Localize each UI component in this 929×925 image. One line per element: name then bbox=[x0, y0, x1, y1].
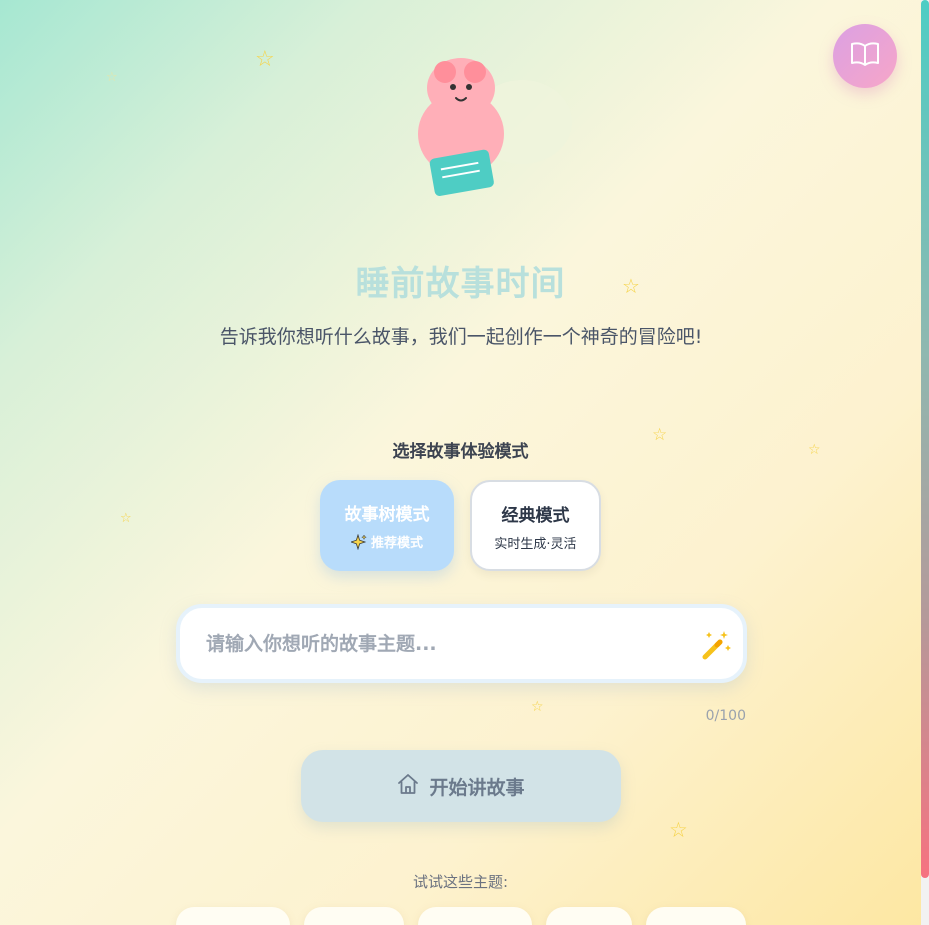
char-count: 0/100 bbox=[705, 708, 746, 724]
story-topic-input[interactable] bbox=[204, 626, 688, 662]
magic-wand-icon[interactable] bbox=[700, 628, 732, 662]
start-story-button[interactable]: 开始讲故事 bbox=[301, 750, 621, 822]
mode-heading: 选择故事体验模式 bbox=[392, 442, 529, 462]
suggestion-chip[interactable] bbox=[304, 907, 404, 925]
sparkles-icon bbox=[349, 533, 367, 551]
mode-classic-subtitle: 实时生成·灵活 bbox=[494, 537, 577, 552]
suggestions-label: 试试这些主题: bbox=[412, 873, 509, 891]
suggestion-chip[interactable] bbox=[546, 907, 632, 925]
home-icon bbox=[397, 773, 419, 799]
scrollbar-thumb[interactable] bbox=[921, 0, 929, 878]
mode-tree-button[interactable]: 故事树模式 推荐模式 bbox=[320, 480, 454, 571]
page-title: 睡前故事时间 bbox=[355, 264, 566, 304]
star-icon: ☆ bbox=[106, 70, 118, 85]
mode-classic-title: 经典模式 bbox=[501, 506, 570, 526]
open-book-icon bbox=[850, 41, 880, 71]
star-icon: ☆ bbox=[669, 818, 688, 842]
story-topic-field bbox=[176, 604, 747, 683]
star-icon: ☆ bbox=[255, 47, 275, 72]
mode-tree-subtitle-row: 推荐模式 bbox=[320, 532, 454, 551]
suggestion-chip[interactable] bbox=[176, 907, 290, 925]
page-scrollbar[interactable] bbox=[921, 0, 929, 925]
start-story-label: 开始讲故事 bbox=[429, 776, 525, 799]
suggestion-chip[interactable] bbox=[646, 907, 746, 925]
mode-tree-subtitle: 推荐模式 bbox=[370, 536, 423, 551]
suggestion-chip[interactable] bbox=[418, 907, 532, 925]
story-library-button[interactable] bbox=[833, 24, 897, 88]
mascot-illustration bbox=[418, 58, 572, 196]
mode-tree-title: 故事树模式 bbox=[344, 505, 430, 525]
mode-classic-button[interactable]: 经典模式 实时生成·灵活 bbox=[470, 480, 601, 571]
star-icon: ☆ bbox=[120, 511, 132, 526]
page: ☆ ☆ ☆ ☆ ☆ ☆ ☆ ☆ 睡前故事时间 告诉我你想听什么故事，我们一起创作… bbox=[0, 0, 921, 925]
page-subtitle: 告诉我你想听什么故事，我们一起创作一个神奇的冒险吧! bbox=[219, 326, 703, 348]
star-icon: ☆ bbox=[531, 699, 544, 715]
